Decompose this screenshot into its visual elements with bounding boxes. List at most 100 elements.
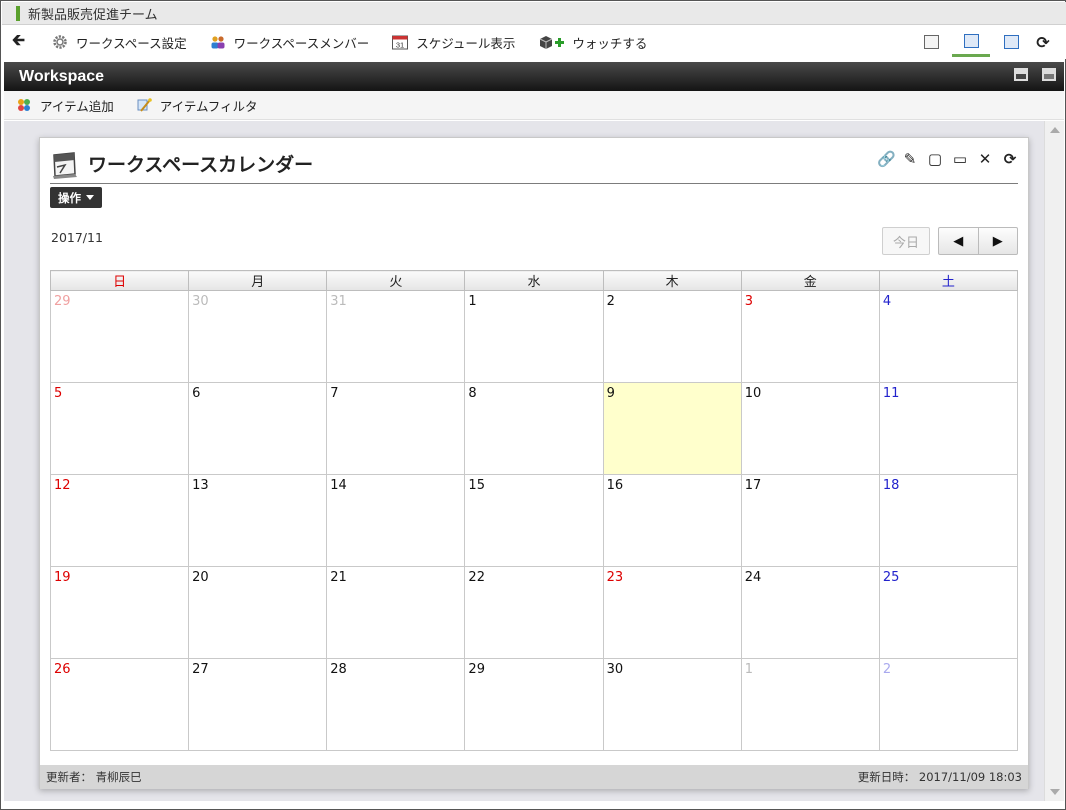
add-item-button[interactable]: アイテム追加 [16,96,114,115]
calendar-day-cell[interactable]: 11 [878,382,1019,475]
workspace-members-button[interactable]: ワークスペースメンバー [209,33,370,52]
day-number: 13 [192,478,209,493]
calendar-day-cell[interactable]: 15 [464,474,604,567]
calendar-day-cell[interactable]: 29 [464,658,604,751]
day-number: 21 [330,570,347,585]
calendar-day-cell[interactable]: 3 [740,290,880,383]
workspace-settings-label: ワークスペース設定 [75,35,187,51]
calendar-day-cell[interactable]: 22 [464,566,604,659]
weekday-header: 日 [49,270,190,291]
users-icon [211,36,225,49]
view-single-column-button[interactable] [912,27,950,57]
calendar-day-cell[interactable]: 30 [602,658,742,751]
link-icon[interactable]: 🔗 [877,150,896,168]
day-number: 2 [606,294,615,309]
calendar-day-cell[interactable]: 2 [878,658,1019,751]
calendar-day-cell[interactable]: 25 [878,566,1019,659]
watch-label: ウォッチする [572,35,648,51]
day-number: 18 [882,478,900,493]
calendar-day-cell[interactable]: 2 [602,290,742,383]
calendar-day-cell[interactable]: 20 [188,566,328,659]
day-number: 2 [882,662,892,677]
workspace-members-label: ワークスペースメンバー [233,35,370,51]
operations-dropdown-button[interactable]: 操作 [50,187,102,208]
calendar-body: 29 30 31 1 2 3 4 5 6 7 8 9 10 11 12 13 14 15 16 17 18 19 20 21 2… [49,290,1019,751]
updated-by-text: 更新者： 青柳辰巳 [46,770,142,784]
day-number: 12 [54,478,71,493]
calendar-day-cell-today[interactable]: 9 [602,382,742,475]
calendar-day-cell[interactable]: 1 [740,658,880,751]
maximize-icon[interactable]: ▭ [952,150,968,168]
calendar-day-cell[interactable]: 18 [878,474,1019,567]
vertical-scrollbar[interactable] [1044,121,1064,801]
watch-button[interactable]: ウォッチする [537,33,647,52]
calendar-day-cell[interactable]: 4 [878,290,1019,383]
calendar-week-row: 19 20 21 22 23 24 25 [49,566,1019,659]
calendar-day-cell[interactable]: 27 [188,658,328,751]
next-month-button[interactable]: ▶ [977,228,1018,254]
window-titlebar: 新製品販売促進チーム [2,2,1066,25]
calendar-day-cell[interactable]: 13 [188,474,328,567]
calendar-day-cell[interactable]: 14 [326,474,466,567]
month-navigation: ◀ ▶ [938,227,1018,255]
calendar-day-cell[interactable]: 30 [188,290,328,383]
workspace-toolbar: アイテム追加 アイテムフィルタ [4,91,1064,120]
schedule-view-button[interactable]: 31 スケジュール表示 [391,33,515,52]
calendar-day-cell[interactable]: 8 [464,382,604,475]
expand-layout-icon [963,33,979,48]
day-number: 10 [744,386,762,401]
day-number: 6 [192,386,201,401]
workspace-header: Workspace [4,62,1064,91]
calendar-day-cell[interactable]: 1 [464,290,604,383]
main-toolbar: 🡰 ワークスペース設定 ワークスペースメンバー 31 スケジュール表示 ウォッチ… [2,25,1066,59]
close-icon[interactable]: ✕ [977,150,993,168]
day-number: 22 [468,570,485,585]
view-collapse-button[interactable] [992,27,1030,57]
calendar-day-cell[interactable]: 16 [602,474,742,567]
weekday-header: 木 [602,270,742,291]
weekday-header: 土 [878,270,1019,291]
today-button[interactable]: 今日 [882,227,930,255]
workspace-title: Workspace [19,67,105,85]
watch-add-icon [540,36,565,49]
edit-pencil-icon[interactable]: ✎ [902,150,918,168]
collapse-layout-icon [1003,35,1019,49]
reload-icon[interactable]: ⟳ [1002,150,1018,168]
calendar-day-cell[interactable]: 28 [326,658,466,751]
calendar-day-cell[interactable]: 7 [326,382,466,475]
current-month-label: 2017/11 [51,230,103,245]
calendar-day-cell[interactable]: 19 [49,566,190,659]
calendar-day-cell[interactable]: 24 [740,566,880,659]
calendar-day-cell[interactable]: 31 [326,290,466,383]
calendar-day-cell[interactable]: 26 [49,658,190,751]
back-arrow-icon[interactable]: 🡰 [12,29,25,56]
view-expand-button[interactable] [952,27,990,57]
restore-window-icon[interactable] [1014,68,1028,81]
calendar-day-cell[interactable]: 12 [49,474,190,567]
calendar-day-cell[interactable]: 17 [740,474,880,567]
calendar-day-cell[interactable]: 10 [740,382,880,475]
title-accent-bar [16,5,20,21]
calendar-day-cell[interactable]: 23 [602,566,742,659]
minimize-icon[interactable]: ▢ [927,150,943,168]
window-title: 新製品販売促進チーム [28,7,158,23]
refresh-icon[interactable]: ⟳ [1030,27,1056,57]
calendar-day-cell[interactable]: 21 [326,566,466,659]
weekday-header: 水 [464,270,604,291]
minimize-window-icon[interactable] [1042,68,1056,81]
item-filter-button[interactable]: アイテムフィルタ [136,96,258,115]
prev-month-button[interactable]: ◀ [939,228,978,254]
day-number: 16 [606,478,624,493]
calendar-day-cell[interactable]: 29 [49,290,190,383]
scroll-down-icon[interactable] [1050,789,1060,795]
updated-at-text: 更新日時： 2017/11/09 18:03 [857,770,1022,784]
scroll-up-icon[interactable] [1050,127,1060,133]
calendar-day-cell[interactable]: 5 [49,382,190,475]
workspace-settings-button[interactable]: ワークスペース設定 [51,33,187,52]
day-number: 1 [744,662,753,677]
caret-down-icon [86,195,94,200]
portlet-header: ワークスペースカレンダー 🔗 ✎ ▢ ▭ ✕ ⟳ [50,144,1018,184]
day-number: 15 [468,478,485,493]
calendar-day-cell[interactable]: 6 [188,382,328,475]
day-number: 29 [468,662,485,677]
